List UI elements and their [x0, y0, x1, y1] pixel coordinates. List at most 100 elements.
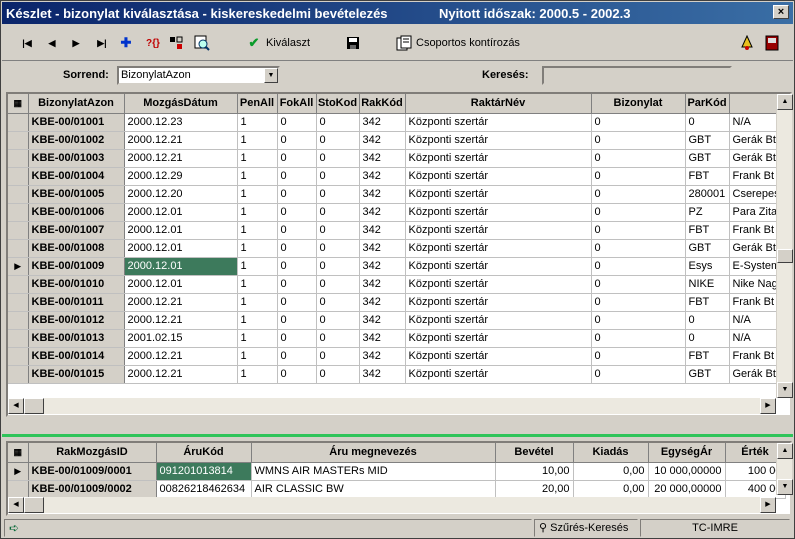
table-cell[interactable]: 0: [277, 167, 317, 186]
table-row[interactable]: KBE-00/01006 2000.12.01 1 0 0 342 Központi sze…: [8, 203, 789, 222]
table-row[interactable]: KBE-00/01002 2000.12.21 1 0 0 342 Központi sze…: [8, 131, 789, 150]
table-cell[interactable]: KBE-00/01007: [28, 221, 125, 240]
table-cell[interactable]: 342: [359, 275, 406, 294]
table-cell[interactable]: GBT: [685, 365, 730, 384]
row-indicator[interactable]: [8, 329, 29, 348]
table-cell[interactable]: KBE-00/01013: [28, 329, 125, 348]
detail-scroll-down-button[interactable]: ▼: [777, 479, 793, 495]
row-indicator[interactable]: [8, 480, 29, 499]
detail-grid-corner-icon[interactable]: ▦: [8, 443, 29, 463]
table-cell[interactable]: 1: [237, 329, 278, 348]
table-cell[interactable]: GBT: [685, 131, 730, 150]
table-cell[interactable]: 342: [359, 311, 406, 330]
table-cell[interactable]: 2000.12.01: [124, 275, 238, 294]
scroll-down-button[interactable]: ▼: [777, 382, 793, 398]
detail-scroll-left-button[interactable]: ◀: [8, 497, 24, 513]
table-cell[interactable]: 2000.12.01: [124, 221, 238, 240]
table-cell[interactable]: 0: [316, 203, 360, 222]
table-cell[interactable]: 342: [359, 185, 406, 204]
table-cell[interactable]: 2000.12.21: [124, 149, 238, 168]
next-record-button[interactable]: ▶: [69, 33, 83, 53]
table-cell[interactable]: 0: [316, 167, 360, 186]
table-cell[interactable]: 342: [359, 131, 406, 150]
table-cell[interactable]: KBE-00/01011: [28, 293, 125, 312]
table-cell[interactable]: 1: [237, 185, 278, 204]
table-cell[interactable]: PZ: [685, 203, 730, 222]
table-cell[interactable]: 0: [591, 221, 686, 240]
table-cell[interactable]: 0: [277, 185, 317, 204]
table-cell[interactable]: 342: [359, 257, 406, 276]
table-cell[interactable]: Központi szertár: [405, 329, 592, 348]
table-cell[interactable]: 0: [277, 203, 317, 222]
table-cell[interactable]: 2001.02.15: [124, 329, 238, 348]
row-indicator[interactable]: [8, 167, 29, 186]
table-cell[interactable]: 1: [237, 347, 278, 366]
table-cell[interactable]: 1: [237, 149, 278, 168]
table-cell[interactable]: 2000.12.21: [124, 347, 238, 366]
column-header[interactable]: BizonylatAzon: [28, 94, 125, 114]
table-cell[interactable]: 280001: [685, 185, 730, 204]
table-cell[interactable]: 0: [277, 347, 317, 366]
detail-cell[interactable]: 10,00: [495, 462, 574, 481]
table-cell[interactable]: 2000.12.23: [124, 113, 238, 132]
detail-horizontal-scrollbar[interactable]: ◀ ▶: [8, 497, 776, 513]
table-cell[interactable]: 0: [316, 113, 360, 132]
main-vertical-scrollbar[interactable]: ▲ ▼: [776, 94, 793, 398]
table-cell[interactable]: 0: [277, 113, 317, 132]
table-cell[interactable]: 342: [359, 203, 406, 222]
table-cell[interactable]: Központi szertár: [405, 185, 592, 204]
table-cell[interactable]: 342: [359, 113, 406, 132]
table-cell[interactable]: Központi szertár: [405, 131, 592, 150]
table-cell[interactable]: KBE-00/01002: [28, 131, 125, 150]
detail-column-header[interactable]: Kiadás: [573, 443, 649, 463]
table-cell[interactable]: Központi szertár: [405, 221, 592, 240]
table-row[interactable]: KBE-00/01007 2000.12.01 1 0 0 342 Központi sze…: [8, 221, 789, 240]
table-cell[interactable]: Központi szertár: [405, 365, 592, 384]
table-cell[interactable]: Központi szertár: [405, 167, 592, 186]
row-indicator[interactable]: [8, 293, 29, 312]
table-cell[interactable]: 1: [237, 203, 278, 222]
table-row[interactable]: KBE-00/01015 2000.12.21 1 0 0 342 Központi sze…: [8, 365, 789, 384]
query-button[interactable]: ?{}: [142, 33, 164, 53]
table-cell[interactable]: 1: [237, 293, 278, 312]
table-cell[interactable]: 2000.12.29: [124, 167, 238, 186]
table-cell[interactable]: 0: [277, 275, 317, 294]
table-cell[interactable]: 1: [237, 365, 278, 384]
table-cell[interactable]: 342: [359, 167, 406, 186]
row-indicator[interactable]: [8, 113, 29, 132]
table-cell[interactable]: 0: [277, 131, 317, 150]
table-cell[interactable]: Központi szertár: [405, 275, 592, 294]
table-cell[interactable]: NIKE: [685, 275, 730, 294]
column-header[interactable]: MozgásDátum: [124, 94, 238, 114]
table-row[interactable]: KBE-00/01010 2000.12.01 1 0 0 342 Központi sze…: [8, 275, 789, 294]
table-row[interactable]: KBE-00/01013 2001.02.15 1 0 0 342 Központi sze…: [8, 329, 789, 348]
table-cell[interactable]: FBT: [685, 347, 730, 366]
table-cell[interactable]: 0: [277, 329, 317, 348]
table-row[interactable]: ▶ KBE-00/01009 2000.12.01 1 0 0 342 Központi sz…: [8, 257, 789, 276]
table-cell[interactable]: Központi szertár: [405, 293, 592, 312]
table-cell[interactable]: 0: [316, 185, 360, 204]
table-row[interactable]: KBE-00/01001 2000.12.23 1 0 0 342 Központi sze…: [8, 113, 789, 132]
grid-corner-icon[interactable]: ▦: [8, 94, 29, 114]
table-cell[interactable]: Központi szertár: [405, 311, 592, 330]
add-button[interactable]: ✚: [119, 33, 133, 53]
detail-column-header[interactable]: ÁruKód: [156, 443, 252, 463]
detail-cell[interactable]: 20 000,00000: [648, 480, 726, 499]
table-cell[interactable]: 2000.12.21: [124, 131, 238, 150]
table-cell[interactable]: 0: [316, 329, 360, 348]
table-cell[interactable]: 2000.12.21: [124, 311, 238, 330]
table-cell[interactable]: 2000.12.01: [124, 203, 238, 222]
table-row[interactable]: KBE-00/01011 2000.12.21 1 0 0 342 Központi sze…: [8, 293, 789, 312]
table-cell[interactable]: FBT: [685, 221, 730, 240]
column-header[interactable]: RaktárNév: [405, 94, 592, 114]
row-indicator[interactable]: [8, 221, 29, 240]
table-cell[interactable]: KBE-00/01004: [28, 167, 125, 186]
detail-scroll-up-button[interactable]: ▲: [777, 443, 793, 459]
detail-cell[interactable]: AIR CLASSIC BW: [251, 480, 496, 499]
table-cell[interactable]: 0: [591, 311, 686, 330]
chevron-down-icon[interactable]: ▼: [264, 68, 278, 83]
table-cell[interactable]: 0: [316, 221, 360, 240]
table-cell[interactable]: KBE-00/01001: [28, 113, 125, 132]
detail-cell[interactable]: 0,00: [573, 462, 649, 481]
table-cell[interactable]: 1: [237, 131, 278, 150]
